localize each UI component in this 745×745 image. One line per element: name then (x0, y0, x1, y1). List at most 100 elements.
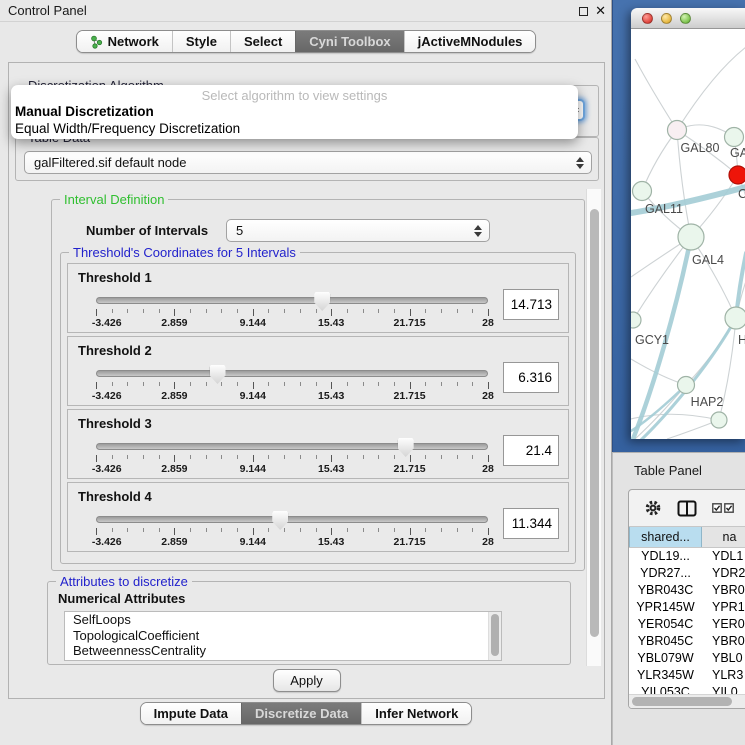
node-GAL4[interactable] (678, 224, 704, 250)
node-GCY1[interactable] (631, 312, 641, 328)
network-view-window[interactable]: GAL80GACGAL11GAL4GCY1HHAP2 (631, 8, 745, 439)
slider-track[interactable] (96, 516, 488, 523)
network-edge[interactable] (677, 47, 745, 130)
columns-icon[interactable] (677, 500, 697, 517)
threshold-card-threshold-2: Threshold 2 -3.4262.8599.14415.4321.71528… (67, 336, 569, 406)
node-GAL80[interactable] (668, 121, 687, 140)
attributes-list[interactable]: SelfLoopsTopologicalCoefficientBetweenne… (64, 611, 502, 661)
tick-mark (112, 528, 113, 532)
threshold-value-field[interactable]: 6.316 (503, 362, 559, 393)
tick-mark (112, 309, 113, 313)
table-panel: Table Panel shared (612, 452, 745, 745)
thresholds-group: Threshold's Coordinates for 5 Intervals … (60, 252, 576, 564)
tick-mark (159, 455, 160, 459)
node-top-right[interactable] (725, 128, 744, 147)
threshold-title: Threshold 3 (78, 416, 152, 431)
table-cell: YER0 (702, 616, 745, 633)
table-row[interactable]: YBR043CYBR0 (629, 582, 745, 599)
table-row[interactable]: YIL053CYIL0 (629, 684, 745, 694)
table-row[interactable]: YLR345WYLR3 (629, 667, 745, 684)
attributes-list-scrollbar[interactable] (488, 612, 501, 660)
tab-network[interactable]: Network (77, 31, 172, 52)
tick-mark (472, 455, 473, 459)
table-data-combo[interactable]: galFiltered.sif default node (24, 151, 592, 174)
threshold-slider[interactable]: -3.4262.8599.14415.4321.71528 (96, 438, 488, 476)
algorithm-option-manual-discretization[interactable]: Manual Discretization (11, 103, 578, 120)
network-canvas[interactable]: GAL80GACGAL11GAL4GCY1HHAP2 (631, 29, 745, 439)
float-window-icon[interactable] (579, 7, 588, 16)
network-edge[interactable] (635, 59, 677, 130)
tick-mark (394, 528, 395, 532)
number-of-intervals-combo[interactable]: 5 (226, 219, 490, 242)
checkbox-icon[interactable] (712, 503, 722, 513)
tab-discretize-data[interactable]: Discretize Data (241, 703, 361, 724)
tick-mark (284, 455, 285, 459)
gear-icon[interactable] (644, 499, 662, 517)
table-horizontal-scrollbar[interactable] (629, 694, 745, 708)
tick-mark (347, 528, 348, 532)
tick-mark (331, 528, 332, 535)
tab-style[interactable]: Style (172, 31, 230, 52)
tick-mark (394, 455, 395, 459)
threshold-value-field[interactable]: 21.4 (503, 435, 559, 466)
algorithm-option-equal-width-frequency-discretization[interactable]: Equal Width/Frequency Discretization (11, 120, 578, 137)
table-data-group: Table Data galFiltered.sif default node (15, 137, 599, 181)
threshold-card-threshold-4: Threshold 4-3.4262.8599.14415.4321.71528… (67, 482, 569, 552)
threshold-value-field[interactable]: 11.344 (503, 508, 559, 539)
network-edge[interactable] (642, 130, 677, 191)
table-row[interactable]: YBR045CYBR0 (629, 633, 745, 650)
settings-scrollbar[interactable] (586, 189, 601, 666)
table-row[interactable]: YDL19...YDL1 (629, 548, 745, 565)
network-edge[interactable] (691, 237, 736, 318)
column-header-na[interactable]: na (702, 527, 745, 547)
tick-mark (378, 528, 379, 532)
table-row[interactable]: YDR27...YDR2 (629, 565, 745, 582)
tick-mark (159, 309, 160, 313)
table-row[interactable]: YER054CYER0 (629, 616, 745, 633)
apply-button[interactable]: Apply (273, 669, 341, 692)
attribute-item-topologicalcoefficient[interactable]: TopologicalCoefficient (65, 628, 501, 644)
tick-mark (363, 309, 364, 313)
close-icon[interactable]: ✕ (595, 0, 606, 22)
attributes-group-label: Attributes to discretize (56, 574, 192, 589)
threshold-title: Threshold 2 (78, 343, 152, 358)
traffic-light-minimize-icon[interactable] (661, 13, 672, 24)
attribute-item-selfloops[interactable]: SelfLoops (65, 612, 501, 628)
traffic-light-zoom-icon[interactable] (680, 13, 691, 24)
tab-cyni-toolbox[interactable]: Cyni Toolbox (295, 31, 403, 52)
table-cell: YPR1 (702, 599, 745, 616)
threshold-slider[interactable]: -3.4262.8599.14415.4321.71528 (96, 292, 488, 330)
column-header-shared-[interactable]: shared... (629, 527, 702, 547)
tick-label: 21.715 (394, 390, 426, 402)
node-selected-red[interactable] (729, 166, 745, 184)
tab-select[interactable]: Select (230, 31, 295, 52)
tick-mark (174, 382, 175, 389)
tab-infer-network[interactable]: Infer Network (361, 703, 471, 724)
slider-track[interactable] (96, 370, 488, 377)
tick-mark (472, 309, 473, 313)
tick-mark (284, 382, 285, 386)
checkbox-icon[interactable] (724, 503, 734, 513)
table-cell: YDR2 (702, 565, 745, 582)
tab-impute-data[interactable]: Impute Data (141, 703, 241, 724)
node-bottom[interactable] (711, 412, 727, 428)
traffic-light-close-icon[interactable] (642, 13, 653, 24)
slider-track[interactable] (96, 443, 488, 450)
table-row[interactable]: YBL079WYBL0 (629, 650, 745, 667)
table-panel-title: Table Panel (634, 463, 702, 478)
tab-jactivemnodules[interactable]: jActiveMNodules (404, 31, 536, 52)
slider-track[interactable] (96, 297, 488, 304)
attribute-item-betweennesscentrality[interactable]: BetweennessCentrality (65, 643, 501, 659)
tick-label: -3.426 (92, 317, 122, 329)
node-HAP2[interactable] (678, 377, 695, 394)
stepper-icon (473, 223, 483, 239)
tick-label: 9.144 (240, 390, 266, 402)
network-window-titlebar[interactable] (631, 8, 745, 29)
threshold-slider[interactable]: -3.4262.8599.14415.4321.71528 (96, 365, 488, 403)
threshold-slider[interactable]: -3.4262.8599.14415.4321.71528 (96, 511, 488, 549)
control-panel-titlebar: Control Panel ✕ (0, 0, 611, 22)
threshold-value-field[interactable]: 14.713 (503, 289, 559, 320)
node-right[interactable] (725, 307, 745, 329)
table-row[interactable]: YPR145WYPR1 (629, 599, 745, 616)
node-GAL11[interactable] (633, 182, 652, 201)
